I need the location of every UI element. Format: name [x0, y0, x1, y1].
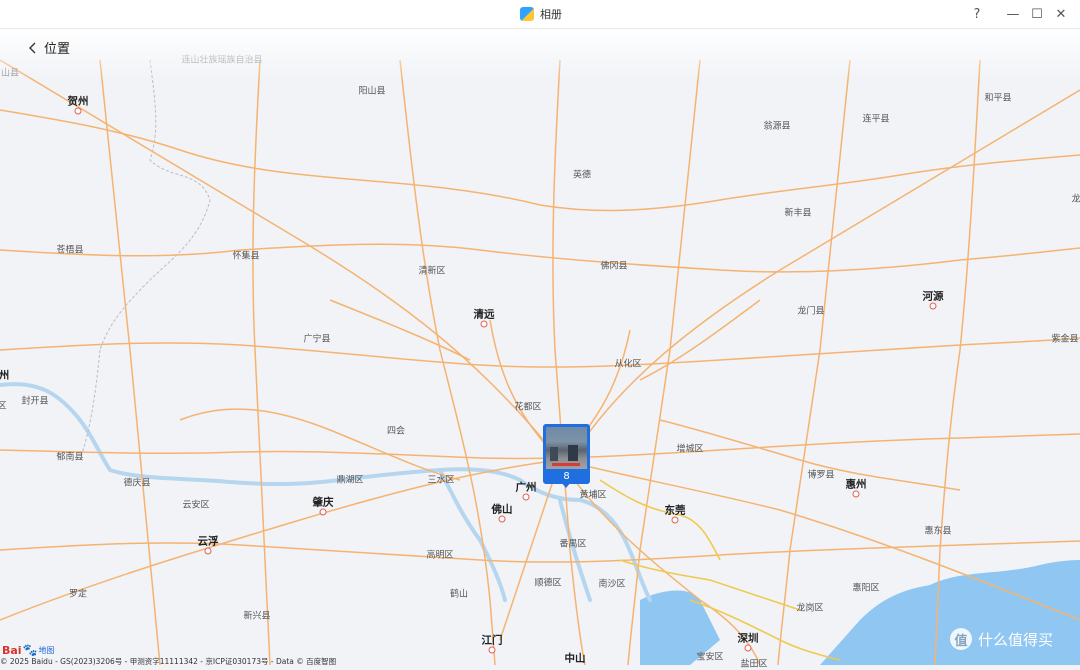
- photo-thumbnail: [546, 427, 587, 469]
- city-dot: [852, 490, 860, 498]
- photo-cluster-marker[interactable]: 8: [543, 424, 590, 488]
- place-label: 苍梧县: [56, 245, 84, 256]
- place-label: 增城区: [676, 444, 704, 455]
- city-dot: [319, 508, 327, 516]
- place-label: 新兴县: [243, 611, 271, 622]
- city-label: 中山: [564, 652, 586, 665]
- place-label: 惠阳区: [852, 583, 880, 594]
- city-label: 州: [0, 369, 10, 382]
- place-label: 连平县: [862, 114, 890, 125]
- place-label: 花都区: [514, 402, 542, 413]
- city-label: 清远: [473, 308, 495, 321]
- map-canvas[interactable]: [0, 0, 1080, 665]
- city-dot: [498, 515, 506, 523]
- photos-app-icon: [520, 7, 534, 21]
- place-label: 鹤山: [449, 589, 469, 600]
- app-title-text: 相册: [540, 8, 562, 21]
- place-label: 广宁县: [303, 334, 331, 345]
- place-label: 博罗县: [807, 470, 835, 481]
- place-label: 英德: [572, 170, 592, 181]
- place-label: 宝安区: [696, 652, 724, 663]
- place-label: 云安区: [182, 500, 210, 511]
- city-label: 东莞: [664, 504, 686, 517]
- place-label: 郁南县: [56, 452, 84, 463]
- city-dot: [671, 516, 679, 524]
- place-label: 翁源县: [763, 121, 791, 132]
- window-titlebar: 相册 ? — ☐ ✕: [0, 0, 1080, 29]
- city-dot: [522, 493, 530, 501]
- maximize-icon[interactable]: ☐: [1026, 4, 1048, 24]
- place-label: 和平县: [984, 93, 1012, 104]
- city-label: 广州: [515, 481, 537, 494]
- place-label: 龙岗区: [796, 603, 824, 614]
- place-label: 高明区: [426, 550, 454, 561]
- baidu-logo-text: Bai: [2, 643, 22, 657]
- city-dot: [480, 320, 488, 328]
- place-label: 三水区: [427, 475, 455, 486]
- city-label: 惠州: [845, 478, 867, 491]
- place-label: 封开县: [21, 396, 49, 407]
- city-dot: [488, 646, 496, 654]
- place-label: 佛冈县: [600, 261, 628, 272]
- minimize-icon[interactable]: —: [1002, 4, 1024, 24]
- place-label: 龙门县: [797, 306, 825, 317]
- baidu-logo-suffix: 地图: [38, 645, 55, 655]
- city-dot: [74, 107, 82, 115]
- photo-count: 8: [563, 471, 570, 482]
- city-label: 深圳: [737, 632, 759, 645]
- place-label: 怀集县: [232, 251, 260, 262]
- city-label: 贺州: [67, 95, 89, 108]
- place-label: 阳山县: [358, 86, 386, 97]
- page-title: 位置: [44, 42, 71, 57]
- place-label: 山县: [0, 68, 20, 79]
- city-label: 河源: [922, 290, 944, 303]
- place-label: 罗定: [68, 589, 88, 600]
- watermark-icon: 值: [950, 628, 972, 650]
- baidu-paw-icon: 🐾: [22, 643, 38, 657]
- place-label: 龙: [1071, 194, 1080, 205]
- city-label: 云浮: [197, 535, 219, 548]
- city-dot: [204, 547, 212, 555]
- place-label: 盐田区: [740, 659, 768, 670]
- city-label: 江门: [481, 634, 503, 647]
- watermark-text: 什么值得买: [978, 630, 1054, 649]
- place-label: 从化区: [614, 359, 642, 370]
- marker-frame: 8: [543, 424, 590, 484]
- site-watermark: 值 什么值得买: [950, 628, 1053, 650]
- place-label: 连山壮族瑶族自治县: [181, 55, 263, 66]
- close-icon[interactable]: ✕: [1050, 4, 1072, 24]
- marker-pointer: [561, 482, 571, 488]
- place-label: 黄埔区: [579, 490, 607, 501]
- place-label: 德庆县: [123, 478, 151, 489]
- baidu-map-logo[interactable]: Bai 🐾 地图: [2, 643, 55, 657]
- map-copyright: © 2025 Baidu - GS(2023)3206号 - 甲测资字11111…: [0, 657, 337, 666]
- city-dot: [744, 644, 752, 652]
- place-label: 紫金县: [1051, 334, 1079, 345]
- place-label: 四会: [386, 426, 406, 437]
- app-title: 相册: [520, 5, 562, 23]
- place-label: 南沙区: [598, 579, 626, 590]
- place-label: 清新区: [418, 266, 446, 277]
- chevron-left-icon: [29, 42, 36, 53]
- city-label: 肇庆: [312, 496, 334, 509]
- help-icon[interactable]: ?: [966, 4, 988, 24]
- place-label: 新丰县: [784, 208, 812, 219]
- city-label: 佛山: [491, 503, 513, 516]
- back-button[interactable]: 位置: [28, 38, 70, 57]
- place-label: 惠东县: [924, 526, 952, 537]
- place-label: 番禺区: [559, 539, 587, 550]
- place-label: 顺德区: [534, 578, 562, 589]
- place-label: 鼎湖区: [336, 475, 364, 486]
- city-dot: [929, 302, 937, 310]
- place-label: 区: [0, 401, 7, 412]
